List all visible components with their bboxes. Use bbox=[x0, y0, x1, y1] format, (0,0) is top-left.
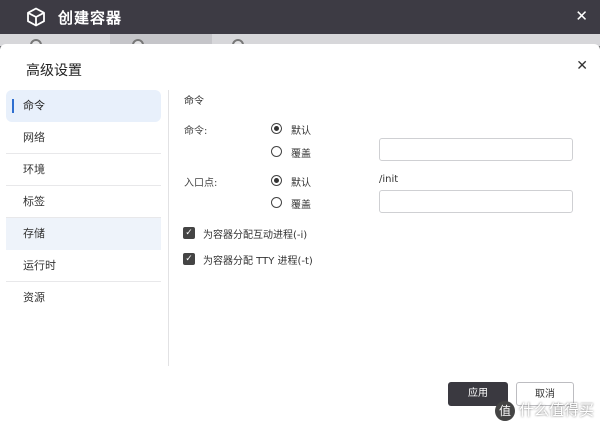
nav-item-storage[interactable]: 存储 bbox=[6, 218, 161, 250]
entrypoint-default-value: /init bbox=[379, 174, 399, 185]
nav-item-network[interactable]: 网络 bbox=[6, 122, 161, 154]
tty-checkbox-label: 为容器分配 TTY 进程(-t) bbox=[203, 256, 313, 267]
watermark-logo-icon: 值 bbox=[494, 401, 515, 421]
watermark: 值什么值得买 bbox=[494, 399, 594, 421]
dialog-title: 高级设置 bbox=[26, 63, 82, 79]
window-title: 创建容器 bbox=[58, 9, 123, 27]
entrypoint-input[interactable] bbox=[379, 190, 573, 213]
entrypoint-override-radio[interactable] bbox=[271, 197, 282, 208]
nav-item-runtime[interactable]: 运行时 bbox=[6, 250, 161, 282]
tty-checkbox[interactable]: ✓ bbox=[183, 253, 195, 265]
settings-nav: 命令 网络 环境 标签 存储 运行时 资源 bbox=[6, 90, 161, 314]
watermark-text: 什么值得买 bbox=[518, 401, 594, 419]
window-titlebar: 创建容器 ✕ bbox=[0, 0, 600, 34]
window-close-icon[interactable]: ✕ bbox=[575, 8, 588, 24]
command-default-radio[interactable] bbox=[271, 123, 282, 134]
entrypoint-default-label: 默认 bbox=[291, 178, 311, 189]
nav-item-environment[interactable]: 环境 bbox=[6, 154, 161, 186]
section-title: 命令 bbox=[184, 96, 204, 107]
entrypoint-default-radio[interactable] bbox=[271, 175, 282, 186]
advanced-settings-dialog: 高级设置 ✕ 命令 网络 环境 标签 存储 运行时 资源 命令 命令: 默认 覆… bbox=[0, 44, 600, 427]
command-override-radio[interactable] bbox=[271, 146, 282, 157]
interactive-checkbox[interactable]: ✓ bbox=[183, 227, 195, 239]
nav-item-resources[interactable]: 资源 bbox=[6, 282, 161, 314]
cube-icon bbox=[27, 7, 45, 27]
entrypoint-label: 入口点: bbox=[184, 178, 218, 189]
command-override-label: 覆盖 bbox=[291, 149, 311, 160]
interactive-checkbox-label: 为容器分配互动进程(-i) bbox=[203, 230, 308, 241]
dialog-close-icon[interactable]: ✕ bbox=[576, 58, 588, 74]
command-input[interactable] bbox=[379, 138, 573, 161]
command-default-label: 默认 bbox=[291, 126, 311, 137]
divider bbox=[168, 90, 169, 366]
nav-item-command[interactable]: 命令 bbox=[6, 90, 161, 122]
nav-item-labels[interactable]: 标签 bbox=[6, 186, 161, 218]
command-label: 命令: bbox=[184, 126, 208, 137]
entrypoint-override-label: 覆盖 bbox=[291, 200, 311, 211]
